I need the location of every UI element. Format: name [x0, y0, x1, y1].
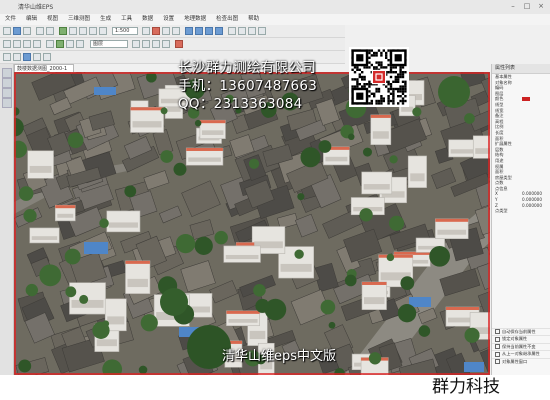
- option-checkbox[interactable]: 锁定对象属性: [492, 335, 550, 343]
- open-file-icon[interactable]: [13, 27, 21, 35]
- company-name-text: 长沙群力测绘有限公司: [178, 60, 316, 76]
- option-checkbox[interactable]: 自动保存当前属性: [492, 327, 550, 336]
- property-row[interactable]: 点类型: [492, 208, 550, 214]
- zoom-out-icon[interactable]: [99, 27, 107, 35]
- maximize-icon[interactable]: □: [522, 2, 532, 11]
- refresh-icon[interactable]: [3, 53, 11, 61]
- menu-item[interactable]: 三维测图: [63, 14, 95, 25]
- menu-item[interactable]: 文件: [0, 14, 21, 25]
- contour-icon[interactable]: [33, 53, 41, 61]
- three-d-icon[interactable]: [185, 27, 193, 35]
- menu-item[interactable]: 帮助: [243, 14, 264, 25]
- menu-item[interactable]: 编辑: [21, 14, 42, 25]
- layer-select[interactable]: 图层: [90, 40, 128, 48]
- menu-item[interactable]: 生成: [95, 14, 116, 25]
- edit-icon[interactable]: [132, 40, 140, 48]
- measure-icon[interactable]: [142, 27, 150, 35]
- snap-icon[interactable]: [228, 27, 236, 35]
- model-icon[interactable]: [205, 27, 213, 35]
- check-icon[interactable]: [175, 40, 183, 48]
- checkbox-icon[interactable]: [495, 351, 500, 357]
- panel-title: 属性列表: [492, 64, 550, 74]
- qr-code-icon: [349, 47, 409, 107]
- menu-item[interactable]: 工具: [116, 14, 137, 25]
- draw-toolbar: 图层: [0, 38, 345, 51]
- option-label: 保持当前属性不变: [502, 343, 536, 349]
- panel-options: 自动保存当前属性 锁定对象属性保持当前属性不变 从上一对象继承属性 对象属性窗口: [492, 327, 550, 366]
- minimize-icon[interactable]: –: [508, 2, 518, 11]
- redo-icon[interactable]: [46, 27, 54, 35]
- menu-item[interactable]: 数据: [137, 14, 158, 25]
- checkbox-icon[interactable]: [495, 359, 500, 364]
- property-list: 基本属性 对象名称 编码 图层 颜色 线型 线宽 备注 高程 比例 长度 面积 扩展属性 层数 结构 用途 权属…: [492, 74, 550, 214]
- main-toolbar: 1:500: [0, 25, 345, 38]
- settings-icon[interactable]: [248, 27, 256, 35]
- layer-icon[interactable]: [59, 27, 67, 35]
- point-icon[interactable]: [3, 40, 11, 48]
- grid-icon[interactable]: [238, 27, 246, 35]
- brand-watermark: 群力科技: [432, 377, 500, 397]
- qq-text: QQ：2313363084: [178, 96, 303, 112]
- checkbox-icon[interactable]: [495, 344, 500, 349]
- pan-icon[interactable]: [79, 27, 87, 35]
- cursor-icon[interactable]: [2, 68, 12, 78]
- zoom-in-icon[interactable]: [89, 27, 97, 35]
- break-icon[interactable]: [162, 40, 170, 48]
- vegetation-icon[interactable]: [76, 40, 84, 48]
- option-checkbox[interactable]: 对象属性窗口: [492, 357, 550, 366]
- phone-text: 手机：13607487663: [178, 78, 318, 94]
- view-icon[interactable]: [215, 27, 223, 35]
- ortho-icon[interactable]: [195, 27, 203, 35]
- title-bar: 清华山维EPS – □ ×: [0, 0, 550, 15]
- trim-icon[interactable]: [142, 40, 150, 48]
- village-aerial-image: [14, 72, 490, 375]
- arc-icon[interactable]: [33, 40, 41, 48]
- menu-item[interactable]: 检查出图: [211, 14, 243, 25]
- new-file-icon[interactable]: [3, 27, 11, 35]
- menu-bar: 文件 编辑 视图 三维测图 生成 工具 数据 设置 地理数据 检查出图 帮助: [0, 14, 550, 25]
- line-icon[interactable]: [13, 40, 21, 48]
- undo-icon[interactable]: [36, 27, 44, 35]
- text-icon[interactable]: [46, 40, 54, 48]
- properties-panel: 属性列表 基本属性 对象名称 编码 图层 颜色 线型 线宽 备注 高程 比例 长度 面积 扩展属性 层数结…: [491, 64, 550, 375]
- menu-item[interactable]: 视图: [42, 14, 63, 25]
- copy-icon[interactable]: [162, 27, 170, 35]
- property-key: 点类型: [495, 208, 508, 214]
- rotate-icon[interactable]: [2, 78, 12, 88]
- tilt-icon[interactable]: [2, 98, 12, 108]
- delete-icon[interactable]: [152, 27, 160, 35]
- option-label: 从上一对象继承属性: [502, 351, 540, 356]
- image-icon[interactable]: [23, 53, 31, 61]
- scale-select[interactable]: 1:500: [112, 27, 138, 35]
- polygon-icon[interactable]: [23, 40, 31, 48]
- help-icon[interactable]: [258, 27, 266, 35]
- close-icon[interactable]: ×: [536, 2, 546, 11]
- road-icon[interactable]: [66, 40, 74, 48]
- window-title: 清华山维EPS: [18, 4, 54, 11]
- color-swatch[interactable]: [522, 97, 530, 102]
- oblique-image-viewport[interactable]: [14, 72, 490, 375]
- full-extent-icon[interactable]: [13, 53, 21, 61]
- extend-icon[interactable]: [152, 40, 160, 48]
- elevation-icon[interactable]: [43, 53, 51, 61]
- house-icon[interactable]: [56, 40, 64, 48]
- option-checkbox[interactable]: 保持当前属性不变: [492, 342, 550, 351]
- zoom-window-icon[interactable]: [2, 88, 12, 98]
- option-label: 自动保存当前属性: [502, 328, 536, 334]
- option-label: 对象属性窗口: [502, 358, 528, 364]
- checkbox-icon[interactable]: [495, 336, 500, 342]
- move-icon[interactable]: [172, 27, 180, 35]
- select-icon[interactable]: [69, 27, 77, 35]
- option-label: 锁定对象属性: [502, 336, 528, 341]
- menu-item[interactable]: 地理数据: [179, 14, 211, 25]
- checkbox-icon[interactable]: [495, 329, 500, 334]
- option-checkbox[interactable]: 从上一对象继承属性: [492, 350, 550, 358]
- menu-item[interactable]: 设置: [158, 14, 179, 25]
- save-icon[interactable]: [23, 27, 31, 35]
- video-caption: 清华山维eps中文版: [222, 349, 337, 364]
- left-toolbox: [0, 64, 14, 375]
